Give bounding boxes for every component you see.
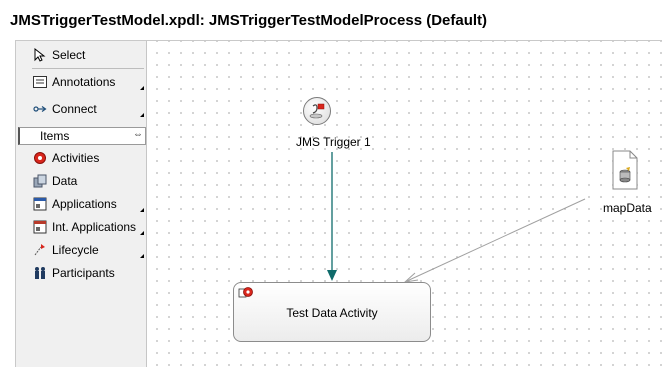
activity-task-icon (238, 287, 253, 298)
palette-select-label: Select (52, 48, 86, 62)
palette-connect-tool[interactable]: Connect (16, 99, 144, 119)
expand-triangle-icon (140, 86, 144, 90)
participants-icon (32, 265, 48, 281)
activities-icon (32, 150, 48, 166)
drawer-label: Items (40, 129, 70, 143)
palette-annotations-tool[interactable]: Annotations (16, 72, 144, 92)
expand-triangle-icon (140, 231, 144, 235)
jms-trigger-event[interactable] (303, 97, 331, 125)
palette-item-label: Int. Applications (52, 220, 137, 234)
palette: Select Annotations Connect Items ⇔ Activ… (16, 41, 147, 367)
palette-item-applications[interactable]: Applications (16, 194, 144, 214)
palette-item-int-applications[interactable]: Int. Applications (16, 217, 144, 237)
palette-item-participants[interactable]: Participants (16, 263, 144, 283)
applications-icon (32, 196, 48, 212)
data-object[interactable] (612, 150, 638, 190)
palette-item-lifecycle[interactable]: Lifecycle (16, 240, 144, 260)
expand-triangle-icon (140, 113, 144, 117)
annotation-icon (32, 74, 48, 90)
palette-select-tool[interactable]: Select (16, 45, 144, 65)
page-title: JMSTriggerTestModel.xpdl: JMSTriggerTest… (10, 12, 488, 29)
int-applications-icon (32, 219, 48, 235)
connect-icon (32, 101, 48, 117)
cursor-icon (32, 47, 48, 63)
drawer-collapse-icon[interactable]: ⇔ (133, 129, 143, 140)
palette-item-label: Lifecycle (52, 243, 99, 257)
palette-item-label: Data (52, 174, 78, 188)
data-object-label: mapData (603, 201, 652, 215)
activity-label: Test Data Activity (286, 306, 378, 320)
jms-trigger-icon (309, 103, 325, 119)
palette-item-label: Applications (52, 197, 117, 211)
data-icon (32, 173, 48, 189)
palette-annotations-label: Annotations (52, 75, 116, 89)
expand-triangle-icon (140, 208, 144, 212)
palette-item-label: Participants (52, 266, 115, 280)
data-document-icon (612, 150, 638, 190)
expand-triangle-icon (140, 254, 144, 258)
palette-connect-label: Connect (52, 102, 97, 116)
palette-divider (32, 68, 144, 69)
palette-item-label: Activities (52, 151, 100, 165)
activity-task[interactable]: Test Data Activity (233, 282, 431, 342)
lifecycle-icon (32, 242, 48, 258)
palette-item-activities[interactable]: Activities (16, 148, 144, 168)
palette-drawer-items[interactable]: Items ⇔ (18, 127, 146, 145)
palette-item-data[interactable]: Data (16, 171, 144, 191)
jms-trigger-label: JMS Trigger 1 (296, 135, 371, 149)
